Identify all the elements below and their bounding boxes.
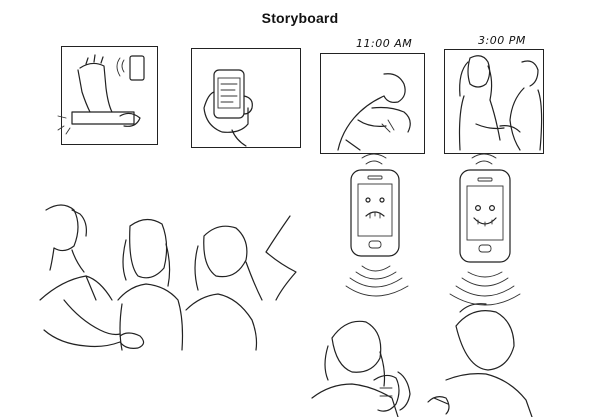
sad-person-sketch <box>337 73 411 151</box>
wrist-bracelet-sketch <box>57 54 145 135</box>
group-scene-sketch <box>39 204 297 351</box>
happy-couple-sketch <box>458 55 543 151</box>
man-with-phone-sketch <box>427 303 533 417</box>
woman-with-phone-sketch <box>311 320 411 417</box>
storyboard-sketches <box>39 54 543 417</box>
sad-phone-sketch <box>345 153 409 297</box>
phone-in-hand-sketch <box>203 69 253 147</box>
happy-phone-sketch <box>449 153 521 306</box>
